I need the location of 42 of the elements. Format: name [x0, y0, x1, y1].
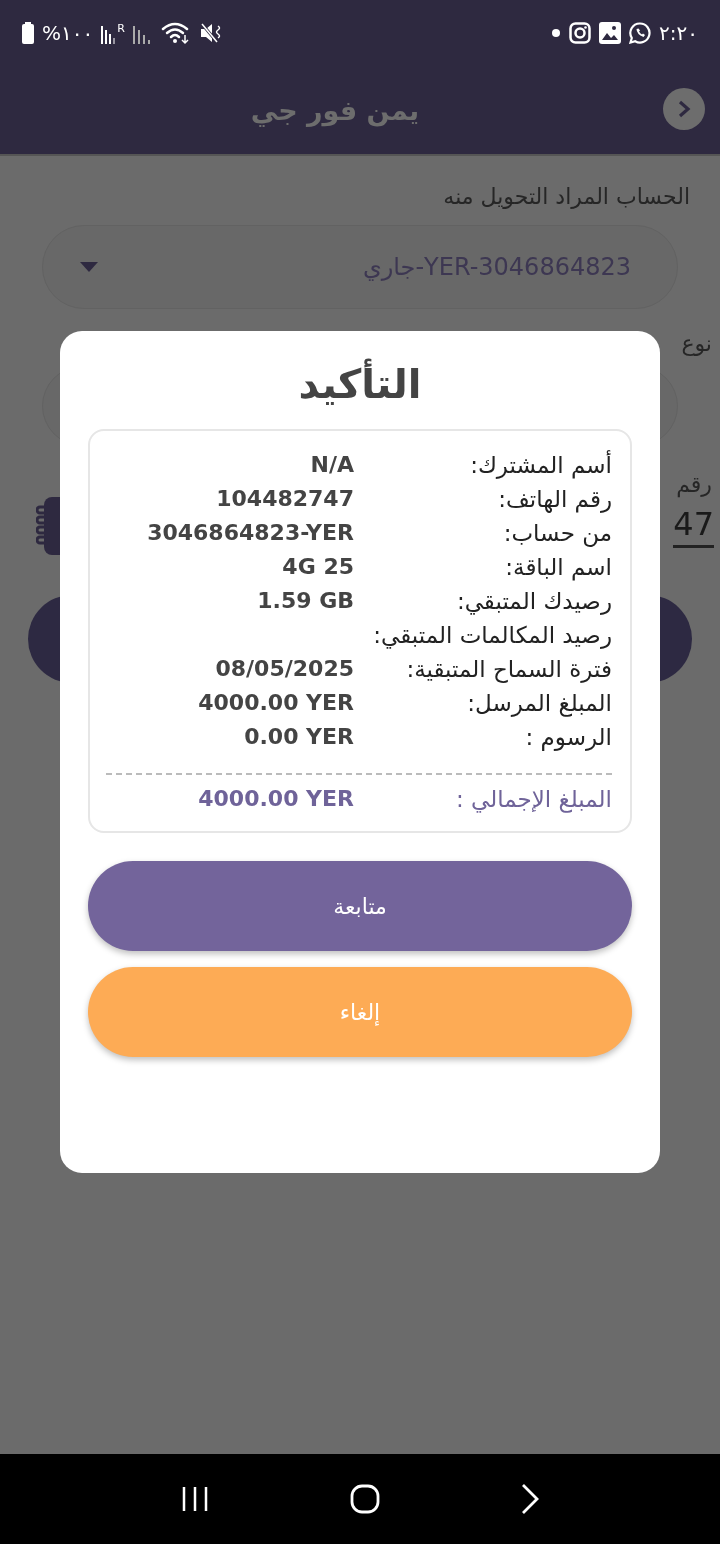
mute-icon [198, 21, 223, 45]
detail-value: 3046864823-YER [146, 519, 355, 547]
image-icon [599, 22, 622, 44]
home-icon[interactable] [350, 1484, 380, 1514]
detail-value: N/A [309, 451, 355, 479]
total-value: 4000.00 YER [197, 785, 355, 813]
wifi-icon [160, 21, 191, 45]
camera-icon [569, 22, 592, 44]
detail-label: رقم الهاتف: [497, 485, 612, 513]
field-label: الحساب المراد التحويل منه [442, 184, 691, 209]
app-title: يمن فور جي [250, 94, 420, 126]
continue-button[interactable]: متابعة [88, 861, 632, 951]
detail-label: أسم المشترك: [469, 451, 612, 479]
detail-label: اسم الباقة: [504, 553, 612, 581]
total-label: المبلغ الإجمالي : [454, 785, 612, 813]
recent-apps-icon[interactable] [180, 1486, 210, 1512]
detail-value: 4000.00 YER [197, 689, 355, 717]
detail-label: المبلغ المرسل: [466, 689, 612, 717]
back-button[interactable] [663, 88, 705, 130]
chevron-icon [676, 99, 692, 119]
dot-icon [551, 28, 562, 38]
caret-icon [79, 261, 99, 273]
detail-label: فترة السماح المتبقية: [405, 655, 612, 683]
battery-icon [22, 22, 34, 44]
detail-label: رصيدك المتبقي: [455, 587, 612, 615]
back-icon[interactable] [520, 1483, 540, 1515]
cancel-button[interactable]: إلغاء [88, 967, 632, 1057]
detail-value: 4G 25 [281, 553, 355, 581]
battery-percent: %١٠٠ [42, 21, 94, 45]
chat-icon [629, 22, 652, 44]
detail-value: 104482747 [215, 485, 355, 513]
detail-label: الرسوم : [524, 723, 612, 751]
detail-value: 0.00 YER [243, 723, 355, 751]
phone-field[interactable]: 47 [673, 504, 714, 548]
detail-value: 08/05/2025 [214, 655, 355, 683]
field-label: رقم [675, 472, 713, 497]
detail-label: من حساب: [502, 519, 612, 547]
field-label: نوع [680, 331, 713, 356]
roaming-mark: R [117, 21, 125, 35]
clock-time: ٢:٢٠ [659, 21, 698, 45]
detail-label: رصيد المكالمات المتبقي: [372, 621, 612, 649]
detail-value: 1.59 GB [256, 587, 355, 615]
